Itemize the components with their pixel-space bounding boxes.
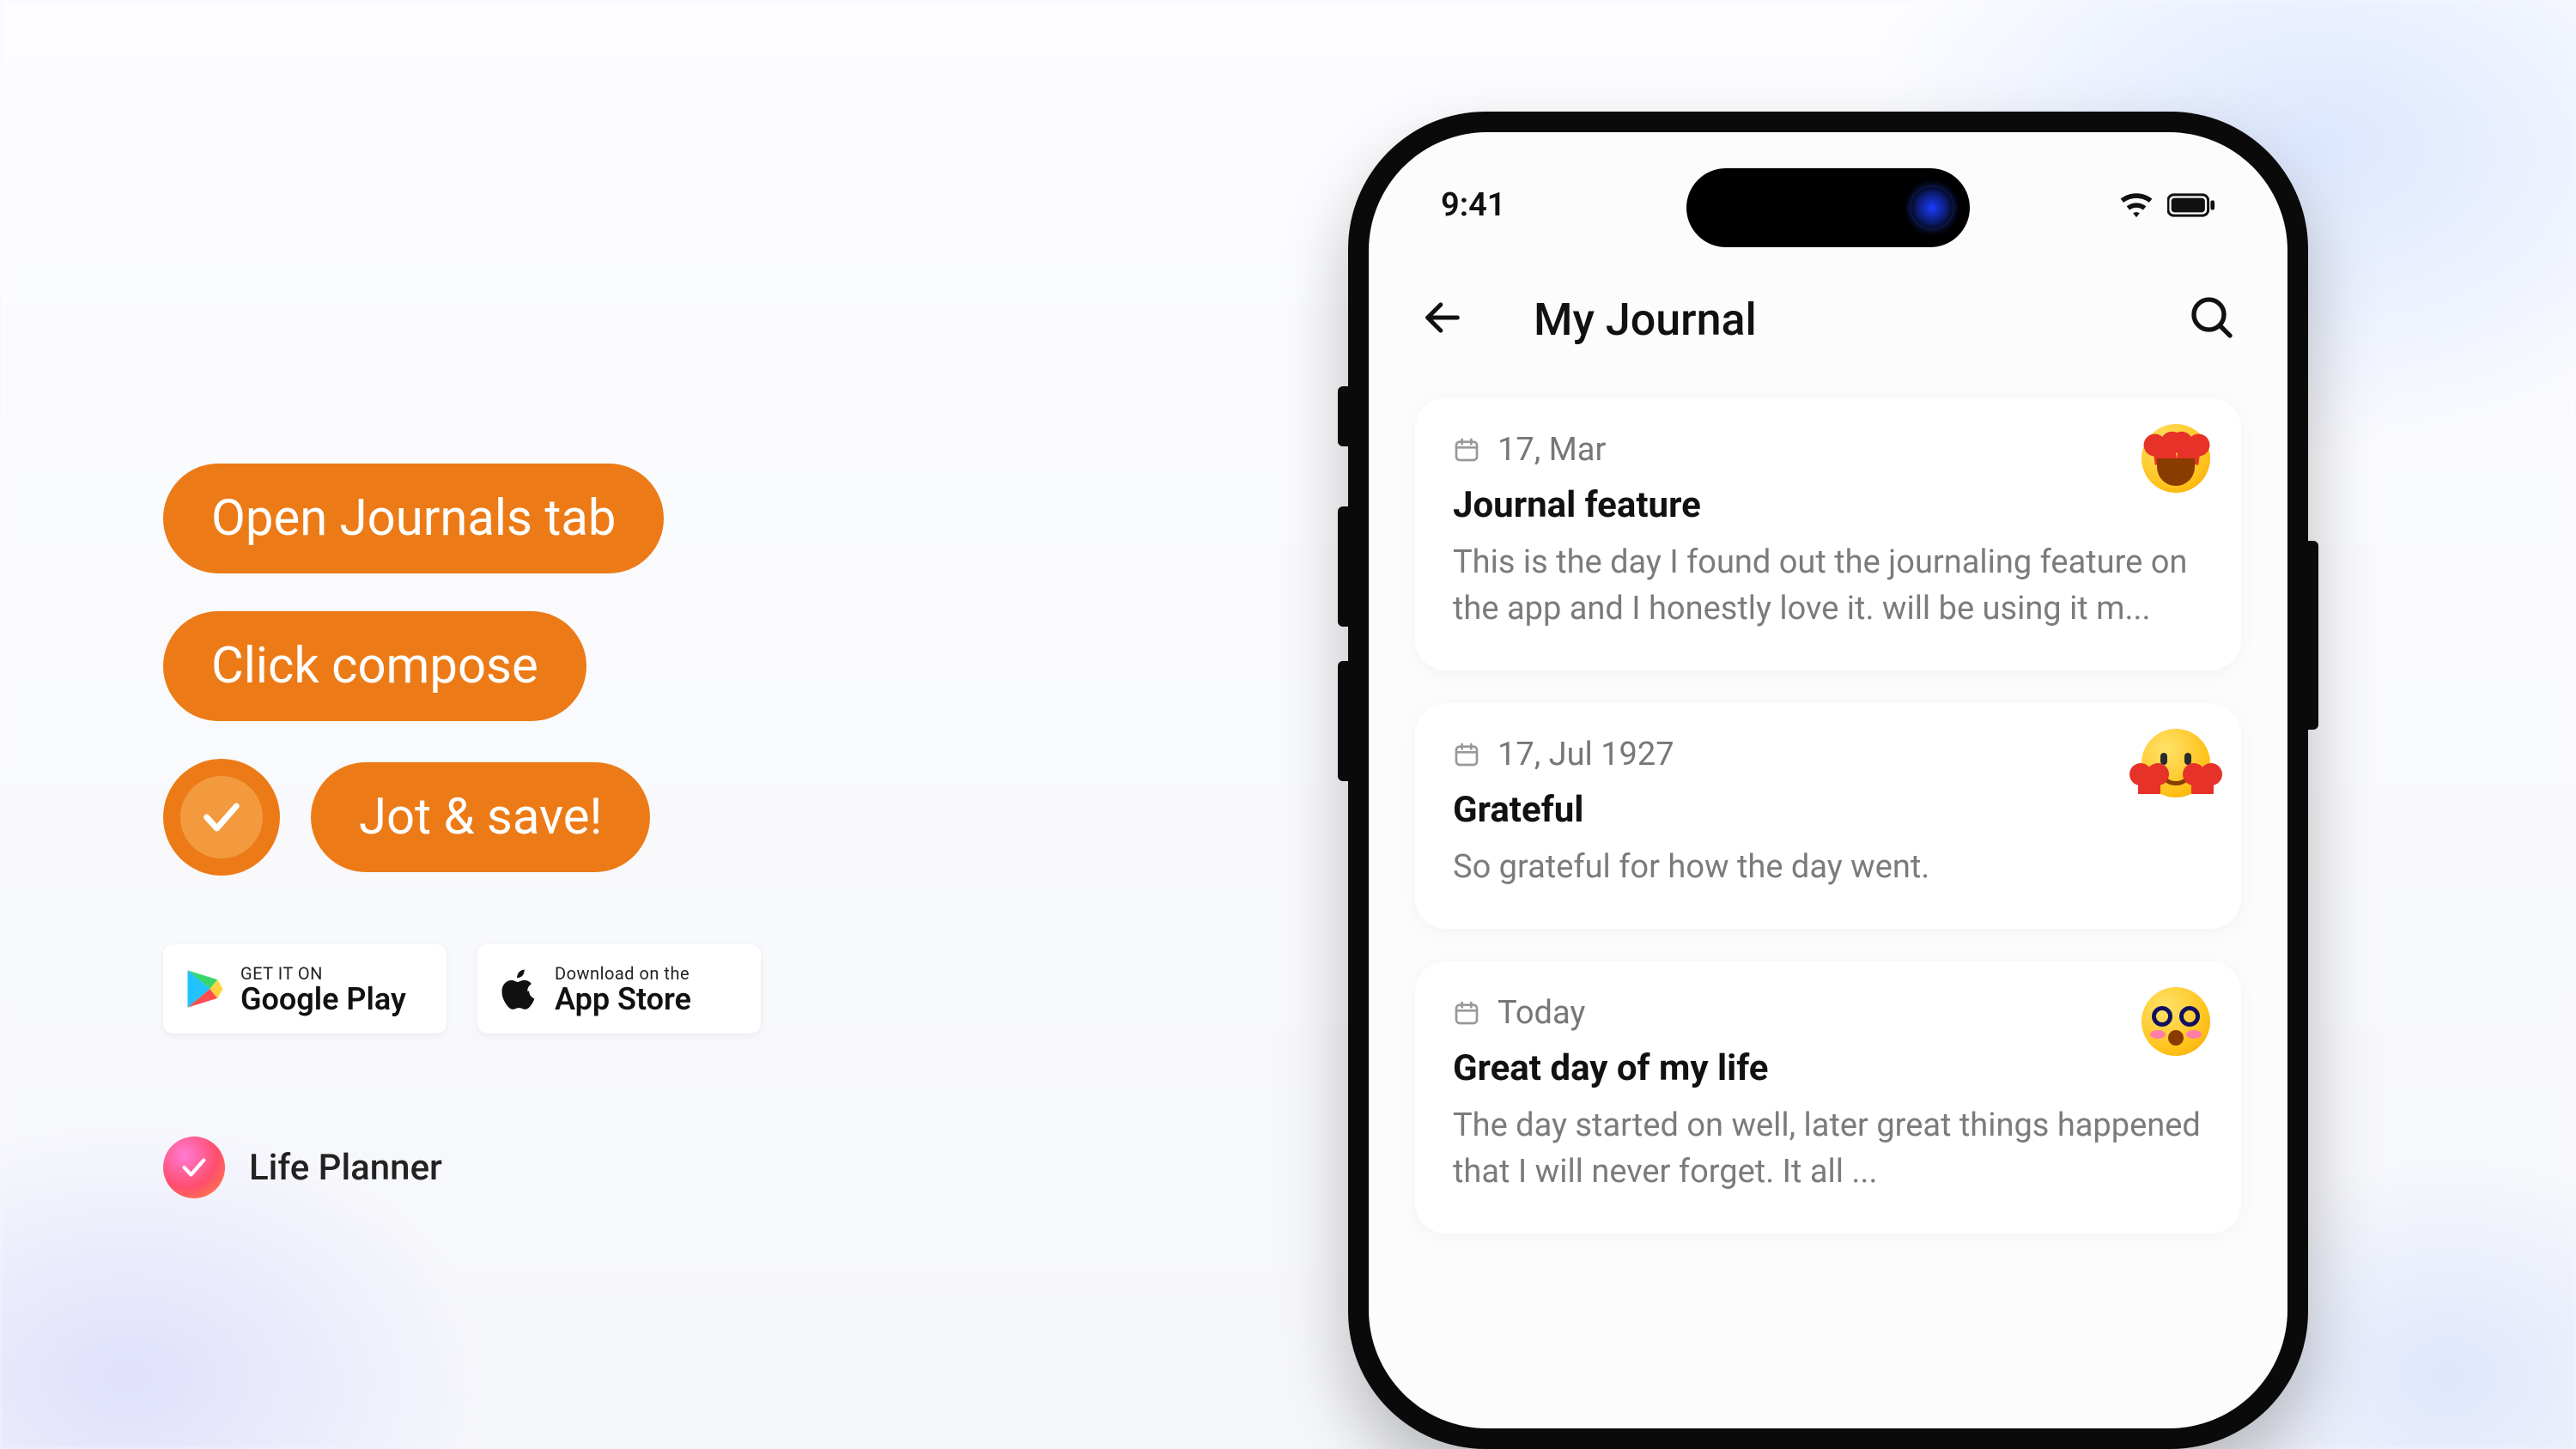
google-line2: Google Play [240,984,406,1015]
phone-frame: 9:41 My Journal [1348,112,2308,1449]
page-title: My Journal [1534,294,1757,346]
phone-side-button [1338,661,1348,781]
check-badge [163,759,280,876]
brand-icon [163,1137,225,1198]
brand-row: Life Planner [163,1137,761,1198]
mood-icon [2142,729,2210,797]
entry-date: 17, Jul 1927 [1498,736,1674,773]
search-button[interactable] [2188,294,2236,345]
arrow-left-icon [1420,295,1465,340]
app-bar: My Journal [1415,270,2241,369]
apple-line2: App Store [555,984,691,1015]
google-play-text: GET IT ON Google Play [240,963,406,1015]
phone-screen: 9:41 My Journal [1369,132,2287,1428]
status-bar: 9:41 [1369,175,2287,235]
calendar-icon [1453,999,1480,1027]
mood-icon [2142,424,2210,493]
entry-body: The day started on well, later great thi… [1453,1103,2203,1196]
store-badges-row: GET IT ON Google Play Download on the Ap… [163,944,761,1034]
entry-date-row: Today [1453,994,2203,1032]
wifi-icon [2119,192,2154,218]
battery-icon [2167,193,2215,217]
entry-body: This is the day I found out the journali… [1453,540,2203,633]
calendar-icon [1453,436,1480,464]
promo-step-2: Click compose [163,611,586,721]
journal-entry[interactable]: Today Great day of my life The day start… [1415,961,2241,1234]
promo-step-3: Jot & save! [311,762,650,872]
entry-title: Grateful [1453,789,2203,831]
google-play-icon [182,967,227,1011]
app-store-text: Download on the App Store [555,963,691,1015]
app-store-badge[interactable]: Download on the App Store [477,944,761,1034]
journal-entry[interactable]: 17, Mar Journal feature This is the day … [1415,398,2241,670]
phone-side-button [2308,541,2318,730]
app-content: My Journal 17, Mar Journal feature This … [1415,270,2241,1428]
phone-side-button [1338,506,1348,627]
promo-column: Open Journals tab Click compose Jot & sa… [163,464,761,1198]
journal-list: 17, Mar Journal feature This is the day … [1415,398,2241,1234]
mood-icon [2142,987,2210,1056]
search-icon [2188,294,2236,342]
apple-icon [496,967,541,1011]
calendar-icon [1453,741,1480,768]
back-button[interactable] [1420,295,1465,343]
entry-body: So grateful for how the day went. [1453,845,2203,891]
promo-step-1: Open Journals tab [163,464,664,573]
status-time: 9:41 [1441,186,1505,224]
brand-name: Life Planner [249,1147,442,1189]
entry-title: Journal feature [1453,484,2203,526]
google-play-badge[interactable]: GET IT ON Google Play [163,944,447,1034]
entry-title: Great day of my life [1453,1047,2203,1089]
journal-entry[interactable]: 17, Jul 1927 Grateful So grateful for ho… [1415,703,2241,929]
promo-step-3-row: Jot & save! [163,759,761,876]
check-icon [180,776,263,858]
phone-side-button [1338,386,1348,446]
entry-date: Today [1498,994,1585,1032]
entry-date: 17, Mar [1498,431,1606,469]
entry-date-row: 17, Mar [1453,431,2203,469]
entry-date-row: 17, Jul 1927 [1453,736,2203,773]
